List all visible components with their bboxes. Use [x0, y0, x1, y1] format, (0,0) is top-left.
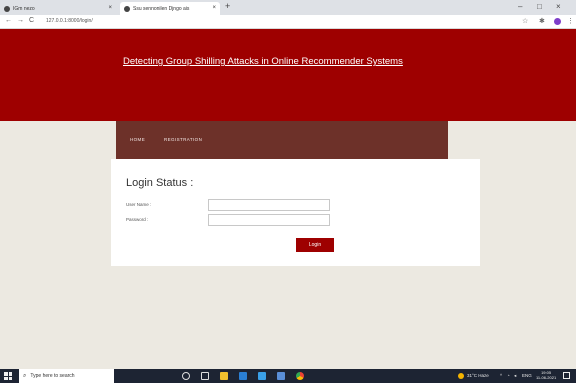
site-navbar: HOME REGISTRATION	[116, 121, 448, 159]
password-label: Password :	[126, 217, 149, 222]
url-field[interactable]: 127.0.0.1:8000/login/	[46, 18, 93, 24]
weather-icon	[458, 373, 464, 379]
login-title: Login Status :	[126, 177, 194, 189]
tab-close-icon[interactable]: ×	[108, 5, 112, 11]
volume-icon[interactable]: ◂	[514, 373, 516, 379]
back-button[interactable]: ←	[5, 17, 12, 24]
search-placeholder: Type here to search	[30, 373, 75, 379]
tab-favicon-icon	[124, 5, 130, 12]
profile-avatar[interactable]	[554, 18, 561, 25]
tab-title: Ssu sennonilen Djngo ais	[133, 5, 190, 12]
nav-registration-link[interactable]: REGISTRATION	[164, 137, 202, 142]
taskbar-clock[interactable]: 19:05 11-06-2021	[536, 370, 556, 380]
browser-tab-1[interactable]: IGm nezo ×	[4, 2, 116, 15]
store-icon[interactable]	[239, 372, 247, 380]
windows-taskbar: ⌕ Type here to search 31°C Haze ^ ◔ ◂ EN…	[0, 369, 576, 383]
browser-tab-bar: IGm nezo × Ssu sennonilen Djngo ais × + …	[0, 0, 576, 15]
tab-close-icon[interactable]: ×	[212, 5, 216, 11]
minimize-button[interactable]: –	[518, 2, 522, 11]
mail-icon[interactable]	[277, 372, 285, 380]
reload-button[interactable]: C	[29, 17, 34, 24]
windows-start-icon[interactable]	[4, 372, 12, 380]
address-bar: ← → C 127.0.0.1:8000/login/ ☆ ✱ ⋮	[0, 15, 576, 29]
task-view-icon[interactable]	[201, 372, 209, 380]
weather-text[interactable]: 31°C Haze	[467, 373, 489, 378]
login-panel: Login Status : User Name : Password : Lo…	[111, 159, 480, 266]
new-tab-button[interactable]: +	[225, 1, 230, 11]
browser-tab-2[interactable]: Ssu sennonilen Djngo ais ×	[120, 2, 220, 15]
bookmark-star-icon[interactable]: ☆	[522, 17, 528, 25]
tab-title: IGm nezo	[13, 5, 35, 12]
clock-date: 11-06-2021	[536, 375, 557, 380]
site-header: Detecting Group Shilling Attacks in Onli…	[0, 29, 576, 121]
forward-button[interactable]: →	[17, 17, 24, 24]
nav-home-link[interactable]: HOME	[130, 137, 145, 142]
cortana-icon[interactable]	[182, 372, 190, 380]
notification-icon[interactable]	[563, 372, 570, 379]
username-input[interactable]	[208, 199, 330, 211]
search-icon: ⌕	[23, 372, 27, 379]
chrome-icon[interactable]	[296, 372, 304, 380]
login-button[interactable]: Login	[296, 238, 334, 252]
browser-menu-icon[interactable]: ⋮	[567, 17, 574, 25]
restore-button[interactable]: □	[537, 2, 542, 11]
network-icon[interactable]: ◔	[507, 373, 510, 378]
edge-icon[interactable]	[258, 372, 266, 380]
username-label: User Name :	[126, 202, 152, 207]
tab-favicon-icon	[4, 5, 10, 12]
lang-indicator[interactable]: ENG	[522, 373, 532, 378]
file-explorer-icon[interactable]	[220, 372, 228, 380]
tray-chevron-icon[interactable]: ^	[500, 373, 502, 378]
window-close-button[interactable]: ×	[556, 2, 561, 11]
extensions-icon[interactable]: ✱	[539, 17, 545, 25]
site-title[interactable]: Detecting Group Shilling Attacks in Onli…	[123, 56, 403, 67]
password-input[interactable]	[208, 214, 330, 226]
taskbar-search-box[interactable]: ⌕ Type here to search	[19, 369, 114, 383]
